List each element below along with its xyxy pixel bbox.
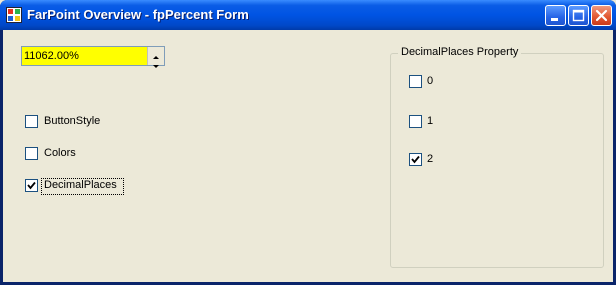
checkbox-decimalplaces[interactable] [25,179,38,192]
check-icon [27,181,36,190]
checkbox-decimal-2[interactable] [409,153,422,166]
spin-up-button[interactable] [148,47,164,59]
option-colors[interactable]: Colors [25,147,145,163]
decimal-option-2[interactable]: 2 [409,153,449,169]
title-bar[interactable]: FarPoint Overview - fpPercent Form [0,0,616,30]
percent-spin-field[interactable]: 11062.00% [21,46,165,68]
checkbox-buttonstyle[interactable] [25,115,38,128]
option-buttonstyle-label: ButtonStyle [44,115,101,127]
decimal-option-2-label: 2 [427,153,434,165]
minimize-icon [551,18,558,21]
form-client-area: 11062.00% ButtonStyle Colors DecimalPlac… [3,30,613,282]
decimal-option-0[interactable]: 0 [409,75,449,91]
spin-buttons [147,47,164,68]
option-decimalplaces-label: DecimalPlaces [44,179,117,191]
arrow-down-icon [153,65,159,68]
percent-value[interactable]: 11062.00% [24,50,79,62]
maximize-button[interactable] [568,5,589,26]
minimize-button[interactable] [545,5,566,26]
maximize-icon [572,9,585,22]
option-buttonstyle[interactable]: ButtonStyle [25,115,145,131]
option-colors-label: Colors [44,147,76,159]
decimal-option-1-label: 1 [427,115,434,127]
decimal-option-0-label: 0 [427,75,434,87]
window-title: FarPoint Overview - fpPercent Form [27,7,249,22]
decimal-option-1[interactable]: 1 [409,115,449,131]
app-window: FarPoint Overview - fpPercent Form 11062… [0,0,616,285]
checkbox-decimal-0[interactable] [409,75,422,88]
close-button[interactable] [591,5,612,26]
groupbox-title: DecimalPlaces Property [398,46,522,58]
check-icon [411,155,420,164]
spin-down-button[interactable] [148,56,164,68]
checkbox-colors[interactable] [25,147,38,160]
close-icon [595,9,608,22]
app-icon[interactable] [6,7,22,23]
option-decimalplaces[interactable]: DecimalPlaces [25,178,145,196]
checkbox-decimal-1[interactable] [409,115,422,128]
